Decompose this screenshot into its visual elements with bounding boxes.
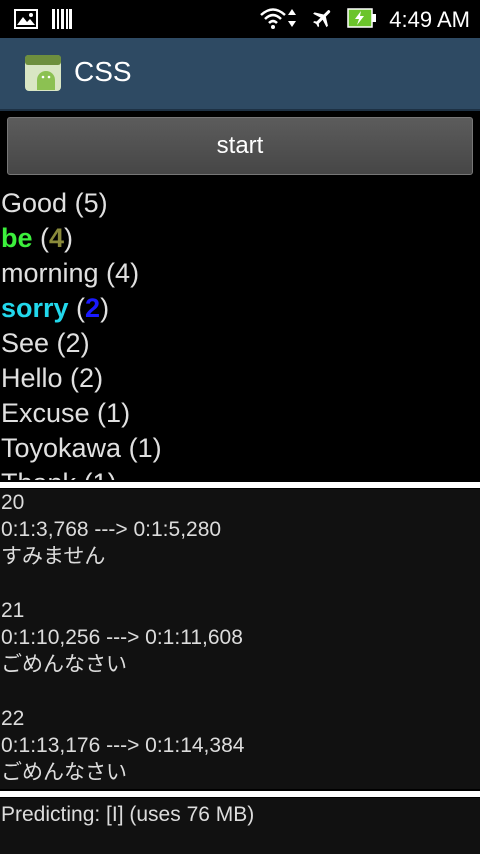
word-label: See xyxy=(1,328,50,358)
word-row: Hello (2) xyxy=(0,361,480,396)
word-label: Excuse xyxy=(1,398,90,428)
paren-close: ) xyxy=(80,328,90,358)
word-frequency-list[interactable]: Good (5) be (4) morning (4) sorry (2) See (2… xyxy=(0,186,480,480)
word-count: 5 xyxy=(83,188,99,218)
paren-close: ) xyxy=(130,258,140,288)
word-label: be xyxy=(1,223,33,253)
paren-close: ) xyxy=(100,293,110,323)
paren-close: ) xyxy=(152,433,162,463)
prediction-status: Predicting: [I] (uses 76 MB) xyxy=(1,803,255,826)
word-row: Excuse (1) xyxy=(0,396,480,431)
paren-open: ( xyxy=(62,363,80,393)
subtitle-timing: 0:1:10,256 ---> 0:1:11,608 xyxy=(1,626,243,649)
status-bar: 4:49 AM xyxy=(0,0,480,38)
android-app-icon[interactable] xyxy=(24,54,62,92)
paren-close: ) xyxy=(121,398,131,428)
paren-close: ) xyxy=(94,363,104,393)
word-row: Toyokawa (1) xyxy=(0,431,480,466)
word-label: Thank xyxy=(1,468,76,480)
subtitle-timing: 0:1:13,176 ---> 0:1:14,384 xyxy=(1,734,245,757)
paren-open: ( xyxy=(121,433,138,463)
word-row: Good (5) xyxy=(0,186,480,221)
wifi-icon xyxy=(259,6,299,34)
divider xyxy=(0,482,480,488)
word-count: 2 xyxy=(85,293,101,323)
subtitle-spacer xyxy=(0,678,480,705)
paren-open: ( xyxy=(89,398,107,428)
subtitle-text: すみません xyxy=(1,545,106,568)
paren-open: ( xyxy=(76,468,93,480)
subtitle-text: ごめんなさい xyxy=(1,761,127,784)
word-label: morning xyxy=(1,258,99,288)
subtitle-index: 22 xyxy=(1,707,25,730)
paren-close: ) xyxy=(64,223,74,253)
subtitle-timing: 0:1:3,768 ---> 0:1:5,280 xyxy=(1,518,222,541)
word-row: morning (4) xyxy=(0,256,480,291)
word-row: sorry (2) xyxy=(0,291,480,326)
word-count: 2 xyxy=(79,363,95,393)
divider xyxy=(0,791,480,797)
word-row: See (2) xyxy=(0,326,480,361)
paren-open: ( xyxy=(32,223,50,253)
airplane-icon xyxy=(311,6,335,34)
word-count: 4 xyxy=(49,223,65,253)
word-label: Hello xyxy=(1,363,63,393)
subtitle-list[interactable]: 20 0:1:3,768 ---> 0:1:5,280 すみません 21 0:1:10,… xyxy=(0,489,480,789)
word-count: 1 xyxy=(137,433,153,463)
word-label: Good xyxy=(1,188,68,218)
paren-close: ) xyxy=(108,468,117,480)
subtitle-index: 21 xyxy=(1,599,25,622)
word-count: 2 xyxy=(65,328,81,358)
word-row: be (4) xyxy=(0,221,480,256)
subtitle-index: 20 xyxy=(1,491,25,514)
word-label: Toyokawa xyxy=(1,433,122,463)
subtitle-text: ごめんなさい xyxy=(1,653,127,676)
status-pane: Predicting: [I] (uses 76 MB) xyxy=(0,798,480,854)
word-label: sorry xyxy=(1,293,69,323)
action-bar: CSS xyxy=(0,38,480,111)
barcode-icon xyxy=(52,8,72,34)
word-row: Thank (1) xyxy=(0,466,480,480)
battery-charging-icon xyxy=(347,8,377,32)
subtitle-spacer xyxy=(0,570,480,597)
app-title: CSS xyxy=(74,56,132,87)
paren-open: ( xyxy=(49,328,66,358)
clock: 4:49 AM xyxy=(389,7,470,32)
image-icon xyxy=(14,8,38,34)
paren-open: ( xyxy=(67,188,84,218)
paren-open: ( xyxy=(98,258,116,288)
paren-close: ) xyxy=(98,188,108,218)
start-button[interactable]: start xyxy=(7,117,473,175)
word-count: 1 xyxy=(106,398,122,428)
word-count: 4 xyxy=(115,258,131,288)
paren-open: ( xyxy=(68,293,86,323)
word-count: 1 xyxy=(93,468,108,480)
